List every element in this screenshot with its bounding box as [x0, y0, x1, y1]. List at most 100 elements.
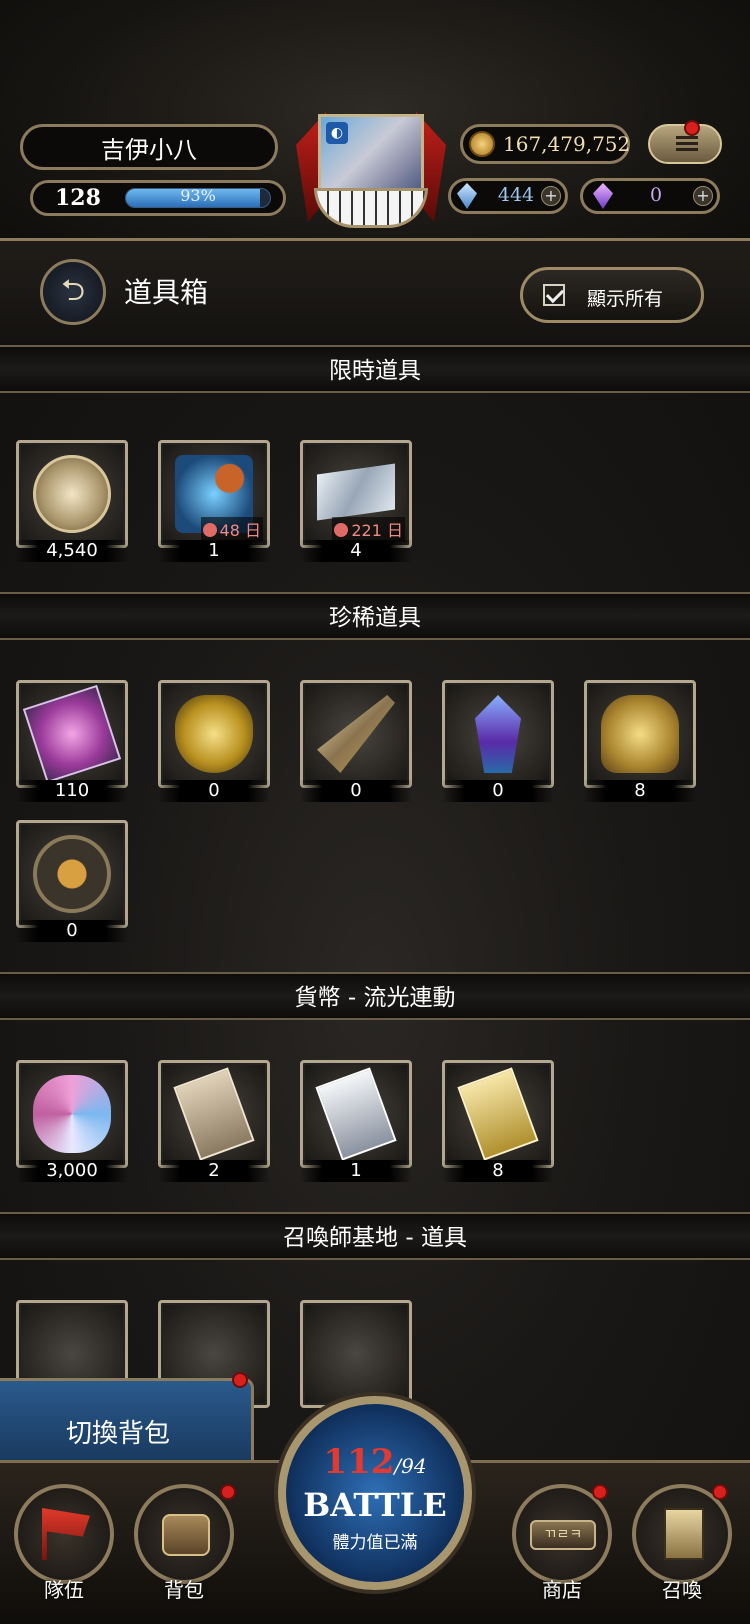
silver-ticket-icon — [317, 463, 395, 521]
notification-dot-icon — [712, 1484, 728, 1500]
leaf-sack-icon — [601, 695, 679, 773]
bronze-card-icon — [173, 1067, 255, 1161]
section-header-summoner-base: 召喚師基地 - 道具 — [0, 1212, 750, 1260]
item-count: 0 — [442, 780, 554, 802]
item-silver-card[interactable]: 1 — [300, 1060, 412, 1182]
gold-counter: 167,479,752 — [460, 124, 630, 164]
item-count: 8 — [442, 1160, 554, 1182]
item-gold-card[interactable]: 8 — [442, 1060, 554, 1182]
blue-crystal-icon — [457, 183, 477, 209]
gold-card-icon — [457, 1067, 539, 1161]
notification-dot-icon — [684, 120, 700, 136]
element-badge-icon: ◐ — [326, 122, 348, 144]
section-header-limited: 限時道具 — [0, 345, 750, 393]
item-tile — [16, 440, 128, 548]
nav-bag-button[interactable] — [134, 1484, 234, 1584]
blue-crystal-amount: 444 — [497, 184, 535, 206]
item-tile: 221 日 — [300, 440, 412, 548]
clock-icon — [202, 523, 217, 537]
astrolabe-icon — [33, 835, 111, 913]
backpack-icon — [162, 1514, 210, 1556]
battle-title: BATTLE — [303, 1486, 447, 1524]
clock-icon — [334, 523, 349, 537]
item-tile — [16, 1060, 128, 1168]
player-level: 128 — [55, 185, 101, 211]
hamburger-icon — [676, 136, 698, 152]
level-box: 128 93% — [30, 180, 286, 216]
back-arrow-icon: ⮌ — [60, 273, 86, 308]
notification-dot-icon — [220, 1484, 236, 1500]
item-tile — [158, 680, 270, 788]
checkbox-checked-icon — [543, 284, 565, 306]
expiry-timer: 48 日 — [200, 517, 263, 541]
nav-team-button[interactable] — [14, 1484, 114, 1584]
item-count: 8 — [584, 780, 696, 802]
show-all-label: 顯示所有 — [587, 288, 664, 310]
item-coin-medal[interactable]: 4,540 — [16, 440, 128, 562]
item-pink-scroll[interactable]: 110 — [16, 680, 128, 802]
item-tile — [16, 820, 128, 928]
add-purple-crystal-button[interactable]: + — [693, 186, 713, 206]
add-blue-crystal-button[interactable]: + — [541, 186, 561, 206]
notification-dot-icon — [232, 1372, 248, 1388]
silver-card-icon — [315, 1067, 397, 1161]
item-count: 110 — [16, 780, 128, 802]
teeth-mask-icon — [314, 188, 428, 228]
show-all-toggle[interactable]: 顯示所有 — [520, 267, 704, 323]
item-count: 1 — [300, 1160, 412, 1182]
item-count: 4,540 — [16, 540, 128, 562]
item-tile — [158, 1060, 270, 1168]
item-astrolabe[interactable]: 0 — [16, 820, 128, 942]
purple-crystal-counter: 0 + — [580, 178, 720, 214]
item-tile — [442, 680, 554, 788]
item-summon-ticket[interactable]: 48 日 1 — [158, 440, 270, 562]
player-name-box[interactable]: 吉伊小八 — [20, 124, 278, 170]
nav-summon-label: 召喚 — [662, 1578, 702, 1602]
item-golden-heart[interactable]: 0 — [158, 680, 270, 802]
item-tile — [300, 1300, 412, 1408]
nav-team-label: 隊伍 — [44, 1578, 84, 1602]
item-tile — [300, 680, 412, 788]
section-header-currency: 貨幣 - 流光連動 — [0, 972, 750, 1020]
item-tile — [442, 1060, 554, 1168]
item-silver-ticket[interactable]: 221 日 4 — [300, 440, 412, 562]
shop-sign-icon: ㄲㄹㅋ — [530, 1520, 596, 1550]
item-bronze-card[interactable]: 2 — [158, 1060, 270, 1182]
avatar-frame[interactable]: ◐ — [296, 102, 446, 252]
nav-bag-label: 背包 — [164, 1578, 204, 1602]
pink-scroll-icon — [22, 684, 122, 784]
purple-crystal-icon — [593, 183, 613, 209]
prism-gem-icon — [33, 1075, 111, 1153]
section-header-rare: 珍稀道具 — [0, 592, 750, 640]
nav-shop-label: 商店 — [542, 1578, 582, 1602]
item-tile: 48 日 — [158, 440, 270, 548]
stamina-display: 112/94 — [286, 1442, 464, 1482]
item-tile — [584, 680, 696, 788]
player-name: 吉伊小八 — [101, 135, 197, 164]
purple-crystal-amount: 0 — [649, 184, 663, 206]
golden-heart-icon — [175, 695, 253, 773]
item-tile — [16, 680, 128, 788]
item-blue-crystal[interactable]: 0 — [442, 680, 554, 802]
stamina-current: 112 — [323, 1442, 395, 1482]
item-golden-horn[interactable]: 0 — [300, 680, 412, 802]
item-leaf-sack[interactable]: 8 — [584, 680, 696, 802]
item-count: 1 — [158, 540, 270, 562]
item-count: 0 — [300, 780, 412, 802]
expiry-timer: 221 日 — [332, 517, 405, 541]
switch-bag-label: 切換背包 — [66, 1419, 171, 1449]
shop-sign-text: ㄲㄹㅋ — [543, 1527, 583, 1543]
back-button[interactable]: ⮌ — [40, 259, 106, 325]
notification-dot-icon — [592, 1484, 608, 1500]
title-bar: ⮌ 道具箱 顯示所有 — [0, 238, 750, 350]
item-prism-gem[interactable]: 3,000 — [16, 1060, 128, 1182]
item-count: 3,000 — [16, 1160, 128, 1182]
item-count: 4 — [300, 540, 412, 562]
golden-horn-icon — [317, 695, 395, 773]
battle-button[interactable]: 112/94 BATTLE 體力值已滿 — [278, 1396, 472, 1590]
gold-coin-icon — [469, 131, 495, 157]
exp-percent: 93% — [180, 186, 216, 205]
item-count: 2 — [158, 1160, 270, 1182]
item-count: 0 — [158, 780, 270, 802]
blue-crystal-counter: 444 + — [448, 178, 568, 214]
